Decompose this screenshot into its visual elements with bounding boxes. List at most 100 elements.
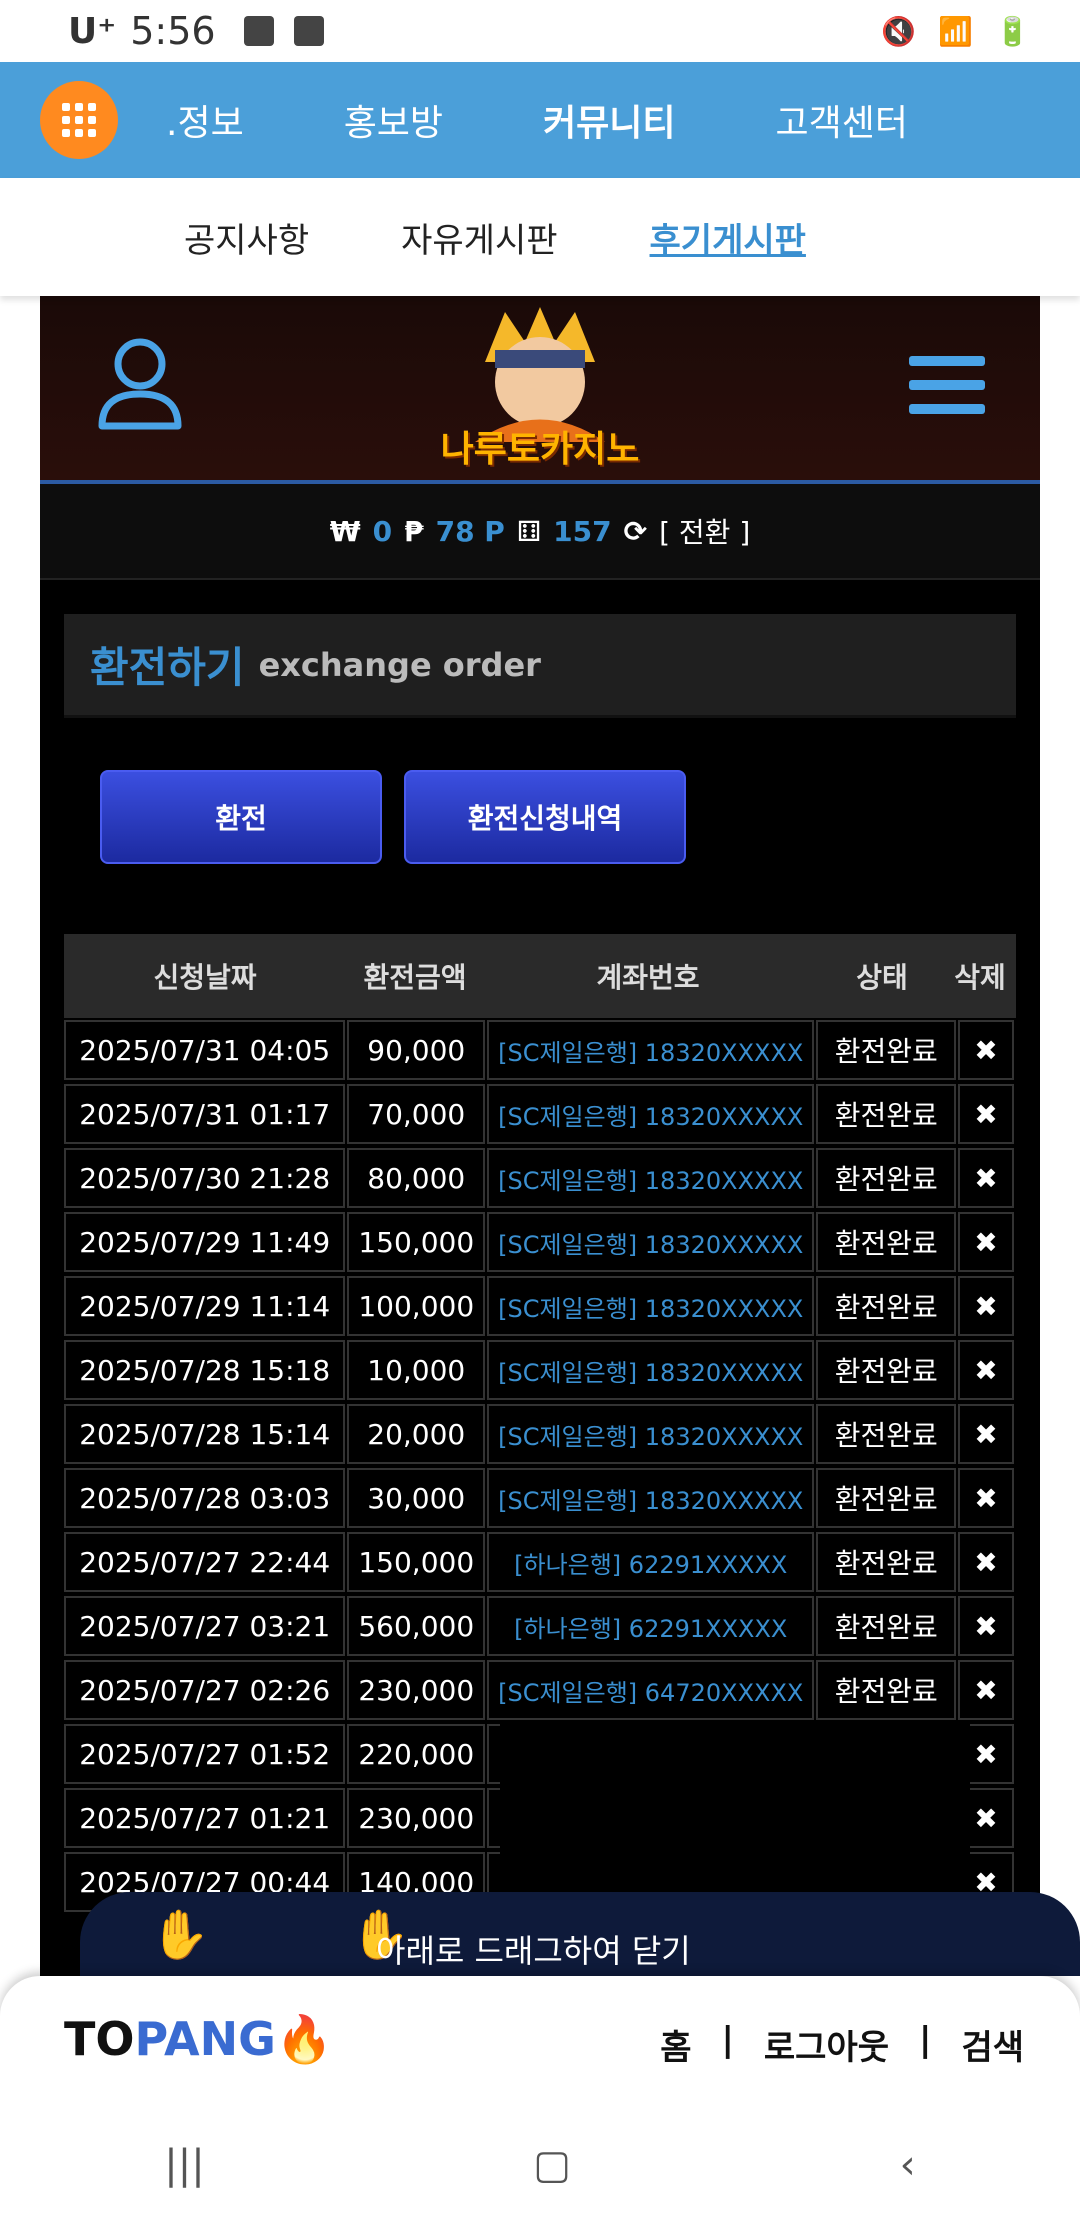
won-balance: 0 [372, 514, 393, 548]
delete-icon[interactable]: ✖ [958, 1660, 1014, 1720]
drag-to-close-hint[interactable]: 아래로 드래그하여 닫기 [376, 1926, 691, 1972]
won-icon: ₩ [329, 514, 361, 548]
deposit-hand-icon[interactable]: ✋ [150, 1906, 210, 1963]
page-content: 나루토카지노 ₩ 0 ₱ 78 P ⚅ 157 ⟳ [ 전환 ] 환전하기 ex… [0, 296, 1080, 1976]
recent-apps-icon[interactable]: ||| [164, 2142, 204, 2188]
nav-item-info[interactable]: .정보 [166, 94, 244, 146]
topang-logo[interactable]: TOPANG🔥 [64, 2012, 333, 2067]
delete-icon[interactable]: ✖ [958, 1084, 1014, 1144]
status-bar: U⁺ 5:56 🔇 📶 🔋 [0, 0, 1080, 62]
dice-icon: ⚅ [516, 514, 542, 548]
user-icon[interactable] [80, 316, 200, 446]
status-cell: 환전완료 [816, 1340, 957, 1400]
header-delete: 삭제 [954, 961, 1006, 994]
table-header: 신청날짜 환전금액 계좌번호 상태 삭제 [64, 934, 1016, 1018]
point-icon: ₱ [404, 514, 424, 548]
delete-icon[interactable]: ✖ [958, 1340, 1014, 1400]
delete-icon[interactable]: ✖ [958, 1532, 1014, 1592]
amount-cell: 100,000 [347, 1276, 486, 1336]
delete-icon[interactable]: ✖ [958, 1276, 1014, 1336]
delete-icon[interactable]: ✖ [958, 1020, 1014, 1080]
account-cell: [SC제일은행] 64720XXXXX [487, 1660, 815, 1720]
amount-cell: 10,000 [347, 1340, 486, 1400]
account-cell: [하나은행] 62291XXXXX [487, 1532, 815, 1592]
sub-item-notice[interactable]: 공지사항 [184, 213, 309, 262]
battery-icon: 🔋 [995, 14, 1030, 48]
status-cell: 환전완료 [816, 1468, 957, 1528]
check-notification-icon [293, 16, 324, 46]
amount-cell: 230,000 [347, 1660, 486, 1720]
table-row: 2025/07/27 02:26 230,000 [SC제일은행] 64720X… [64, 1658, 1016, 1722]
top-nav: .정보 홍보방 커뮤니티 고객센터 [0, 62, 1080, 178]
account-cell: [하나은행] 62291XXXXX [487, 1596, 815, 1656]
section-title-ko: 환전하기 [90, 643, 245, 692]
home-icon[interactable]: ▢ [533, 2142, 571, 2188]
status-cell: 환전완료 [816, 1660, 957, 1720]
point-balance: 78 P [435, 514, 505, 548]
sub-item-free-board[interactable]: 자유게시판 [401, 213, 557, 262]
site-logo[interactable]: 나루토카지노 [415, 302, 665, 478]
wifi-icon: 📶 [938, 14, 974, 48]
nav-item-community[interactable]: 커뮤니티 [543, 94, 675, 146]
date-cell: 2025/07/27 03:21 [64, 1596, 346, 1656]
sub-item-review-board[interactable]: 후기게시판 [650, 213, 806, 262]
logout-link[interactable]: 로그아웃 [764, 2020, 889, 2069]
nav-item-promo[interactable]: 홍보방 [344, 94, 443, 146]
logo-text: 나루토카지노 [440, 429, 640, 470]
date-cell: 2025/07/28 15:18 [64, 1340, 346, 1400]
status-cell: 환전완료 [816, 1148, 957, 1208]
divider: | [919, 2020, 932, 2060]
delete-icon[interactable]: ✖ [958, 1596, 1014, 1656]
amount-cell: 230,000 [347, 1788, 486, 1848]
table-row: 2025/07/30 21:28 80,000 [SC제일은행] 18320XX… [64, 1146, 1016, 1210]
exchange-history-button[interactable]: 환전신청내역 [404, 770, 686, 864]
amount-cell: 30,000 [347, 1468, 486, 1528]
header-status: 상태 [856, 961, 908, 994]
date-cell: 2025/07/27 22:44 [64, 1532, 346, 1592]
amount-cell: 560,000 [347, 1596, 486, 1656]
delete-icon[interactable]: ✖ [958, 1148, 1014, 1208]
delete-icon[interactable]: ✖ [958, 1468, 1014, 1528]
refresh-icon[interactable]: ⟳ [624, 515, 647, 548]
table-row: 2025/07/29 11:14 100,000 [SC제일은행] 18320X… [64, 1274, 1016, 1338]
section-title-en: exchange order [258, 645, 541, 684]
account-cell: [SC제일은행] 18320XXXXX [487, 1404, 815, 1464]
account-cell: [SC제일은행] 18320XXXXX [487, 1468, 815, 1528]
home-link[interactable]: 홈 [660, 2020, 691, 2069]
account-cell: [SC제일은행] 18320XXXXX [487, 1020, 815, 1080]
divider: | [721, 2020, 734, 2060]
table-row: 2025/07/28 03:03 30,000 [SC제일은행] 18320XX… [64, 1466, 1016, 1530]
header-amount: 환전금액 [363, 961, 467, 994]
amount-cell: 220,000 [347, 1724, 486, 1784]
account-cell: [SC제일은행] 18320XXXXX [487, 1340, 815, 1400]
exchange-button[interactable]: 환전 [100, 770, 382, 864]
grid-icon [62, 103, 96, 137]
status-time: 5:56 [130, 9, 216, 53]
delete-icon[interactable]: ✖ [958, 1404, 1014, 1464]
balance-bar: ₩ 0 ₱ 78 P ⚅ 157 ⟳ [ 전환 ] [40, 484, 1040, 580]
hamburger-menu-button[interactable] [909, 356, 985, 428]
amount-cell: 80,000 [347, 1148, 486, 1208]
header-date: 신청날짜 [153, 961, 257, 994]
swap-button[interactable]: [ 전환 ] [659, 511, 750, 551]
search-link[interactable]: 검색 [961, 2020, 1024, 2069]
status-cell: 환전완료 [816, 1532, 957, 1592]
date-cell: 2025/07/30 21:28 [64, 1148, 346, 1208]
table-row: 2025/07/27 22:44 150,000 [하나은행] 62291XXX… [64, 1530, 1016, 1594]
embedded-site: 나루토카지노 ₩ 0 ₱ 78 P ⚅ 157 ⟳ [ 전환 ] 환전하기 ex… [40, 296, 1080, 1976]
status-cell: 환전완료 [816, 1084, 957, 1144]
mute-icon: 🔇 [881, 14, 917, 48]
button-row: 환전 환전신청내역 [100, 770, 1040, 864]
site-header: 나루토카지노 [40, 296, 1040, 484]
grid-menu-button[interactable] [40, 81, 118, 159]
date-cell: 2025/07/28 03:03 [64, 1468, 346, 1528]
delete-icon[interactable]: ✖ [958, 1212, 1014, 1272]
nav-item-support[interactable]: 고객센터 [776, 94, 908, 146]
amount-cell: 150,000 [347, 1212, 486, 1272]
status-right-icons: 🔇 📶 🔋 [881, 15, 1030, 48]
brand-part-a: TO [64, 2012, 135, 2066]
status-cell: 환전완료 [816, 1020, 957, 1080]
date-cell: 2025/07/27 02:26 [64, 1660, 346, 1720]
chip-count: 157 [553, 514, 612, 548]
back-icon[interactable]: ‹ [900, 2142, 916, 2188]
